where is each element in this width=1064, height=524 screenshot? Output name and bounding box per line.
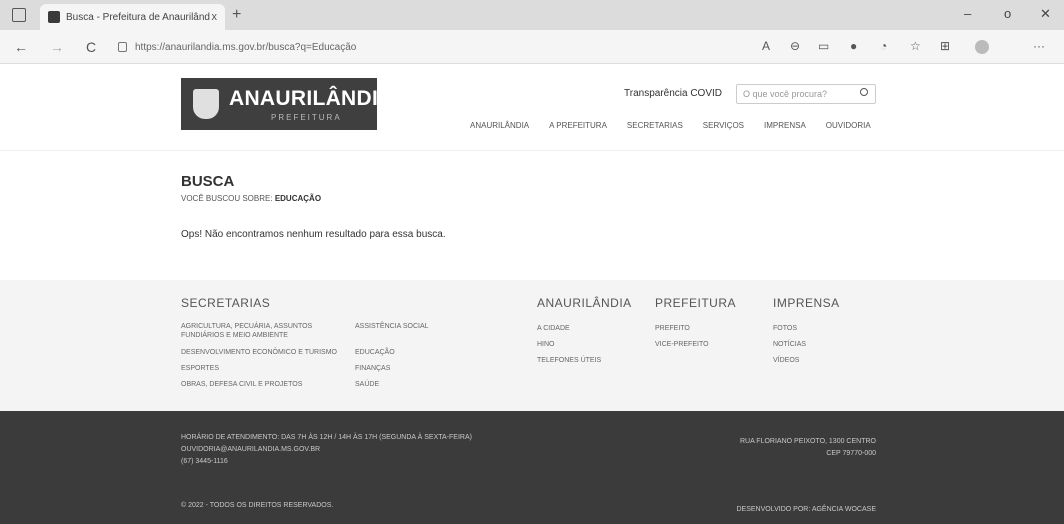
footer-imprensa-title: IMPRENSA	[773, 296, 840, 310]
collections-icon[interactable]: ⊞	[940, 39, 950, 53]
footer-link[interactable]: SAÚDE	[355, 380, 379, 389]
profile-avatar[interactable]	[975, 40, 989, 54]
search-icon[interactable]	[860, 88, 868, 96]
main-nav: ANAURILÂNDIA A PREFEITURA SECRETARIAS SE…	[470, 121, 891, 130]
nav-item-anaurilandia[interactable]: ANAURILÂNDIA	[470, 121, 529, 130]
footer-link[interactable]: VICE-PREFEITO	[655, 340, 709, 349]
searched-prefix: VOCÊ BUSCOU SOBRE:	[181, 194, 273, 203]
footer-link[interactable]: FINANÇAS	[355, 364, 390, 373]
favorites-icon[interactable]: ☆	[910, 39, 921, 53]
browser-window: Busca - Prefeitura de Anaurilând x + – o…	[0, 0, 1064, 524]
footer-link[interactable]: ASSISTÊNCIA SOCIAL	[355, 322, 429, 331]
search-results: BUSCA VOCÊ BUSCOU SOBRE: EDUCAÇÃO Ops! N…	[0, 150, 1064, 280]
footer-prefeitura-title: PREFEITURA	[655, 296, 737, 310]
footer-link[interactable]: FOTOS	[773, 324, 797, 333]
address: RUA FLORIANO PEIXOTO, 1300 CENTRO	[739, 438, 876, 445]
logo-name: ANAURILÂNDIA	[229, 87, 394, 110]
navigation-bar: ← → C https://anaurilandia.ms.gov.br/bus…	[0, 30, 1064, 64]
nav-item-secretarias[interactable]: SECRETARIAS	[627, 121, 683, 130]
lock-icon	[118, 42, 127, 52]
footer-link[interactable]: NOTÍCIAS	[773, 340, 806, 349]
forward-button[interactable]: →	[50, 39, 64, 55]
site-header: ANAURILÂNDIA PREFEITURA Transparência CO…	[0, 64, 1064, 150]
footer-bottom: HORÁRIO DE ATENDIMENTO: DAS 7H ÀS 12H / …	[0, 411, 1064, 524]
shield-icon[interactable]: ●	[850, 39, 857, 53]
address-bar[interactable]: https://anaurilandia.ms.gov.br/busca?q=E…	[110, 36, 750, 58]
footer-link[interactable]: ESPORTES	[181, 364, 219, 373]
minimize-button[interactable]: –	[964, 6, 971, 21]
maximize-button[interactable]: o	[1004, 6, 1011, 21]
searched-term: EDUCAÇÃO	[274, 194, 322, 203]
footer-link[interactable]: HINO	[537, 340, 555, 349]
tab-strip: Busca - Prefeitura de Anaurilând x + – o…	[0, 0, 1064, 30]
developer-credit[interactable]: DESENVOLVIDO POR: AGÊNCIA WOCASE	[736, 505, 876, 514]
crest-icon	[193, 89, 219, 119]
footer-link[interactable]: TELEFONES ÚTEIS	[537, 356, 601, 365]
nav-item-servicos[interactable]: SERVIÇOS	[703, 121, 744, 130]
favicon-icon	[48, 11, 60, 23]
footer-links: SECRETARIAS AGRICULTURA, PECUÁRIA, ASSUN…	[0, 280, 1064, 411]
nav-item-ouvidoria[interactable]: OUVIDORIA	[826, 121, 871, 130]
close-window-button[interactable]: ✕	[1040, 6, 1051, 22]
site-search-input[interactable]: O que você procura?	[736, 84, 876, 104]
reload-button[interactable]: C	[86, 39, 96, 55]
contact-phone: (67) 3445-1116	[181, 458, 228, 465]
tab-actions-icon[interactable]	[12, 8, 26, 22]
logo-subtitle: PREFEITURA	[271, 113, 342, 122]
extension-icon[interactable]: ◔	[880, 39, 887, 53]
footer-secretarias-title: SECRETARIAS	[181, 296, 271, 310]
footer-link[interactable]: EDUCAÇÃO	[355, 348, 395, 357]
footer-link[interactable]: PREFEITO	[655, 324, 690, 333]
nav-item-prefeitura[interactable]: A PREFEITURA	[549, 121, 607, 130]
url-text: https://anaurilandia.ms.gov.br/busca?q=E…	[135, 41, 357, 53]
nav-item-imprensa[interactable]: IMPRENSA	[764, 121, 806, 130]
footer-link[interactable]: VÍDEOS	[773, 356, 799, 365]
tab-close-icon[interactable]: x	[212, 11, 218, 23]
covid-transparency-link[interactable]: Transparência COVID	[624, 88, 722, 99]
zoom-icon[interactable]: ⊖	[790, 39, 800, 53]
footer-link[interactable]: OBRAS, DEFESA CIVIL E PROJETOS	[181, 380, 302, 389]
cep: CEP 79770-000	[826, 450, 876, 457]
more-menu-button[interactable]: ···	[1033, 39, 1045, 53]
searched-term-line: VOCÊ BUSCOU SOBRE: EDUCAÇÃO	[181, 194, 321, 203]
page-title: BUSCA	[181, 173, 235, 190]
copyright: © 2022 - TODOS OS DIREITOS RESERVADOS.	[181, 502, 334, 509]
tab-icon[interactable]: ▭	[818, 39, 829, 53]
no-result-message: Ops! Não encontramos nenhum resultado pa…	[181, 229, 446, 240]
footer-link[interactable]: AGRICULTURA, PECUÁRIA, ASSUNTOS FUNDIÁRI…	[181, 322, 331, 340]
contact-email[interactable]: OUVIDORIA@ANAURILANDIA.MS.GOV.BR	[181, 445, 320, 454]
web-page: ANAURILÂNDIA PREFEITURA Transparência CO…	[0, 64, 1064, 524]
browser-tab[interactable]: Busca - Prefeitura de Anaurilând x	[40, 4, 225, 30]
tab-title: Busca - Prefeitura de Anaurilând	[66, 11, 210, 23]
read-aloud-icon[interactable]: A	[762, 39, 770, 53]
footer-anaurilandia-title: ANAURILÂNDIA	[537, 296, 632, 310]
footer-link[interactable]: A CIDADE	[537, 324, 570, 333]
new-tab-button[interactable]: +	[232, 6, 241, 24]
site-logo[interactable]: ANAURILÂNDIA PREFEITURA	[181, 78, 393, 130]
footer-link[interactable]: DESENVOLVIMENTO ECONÔMICO E TURISMO	[181, 348, 337, 357]
back-button[interactable]: ←	[14, 39, 28, 55]
opening-hours: HORÁRIO DE ATENDIMENTO: DAS 7H ÀS 12H / …	[181, 434, 472, 441]
